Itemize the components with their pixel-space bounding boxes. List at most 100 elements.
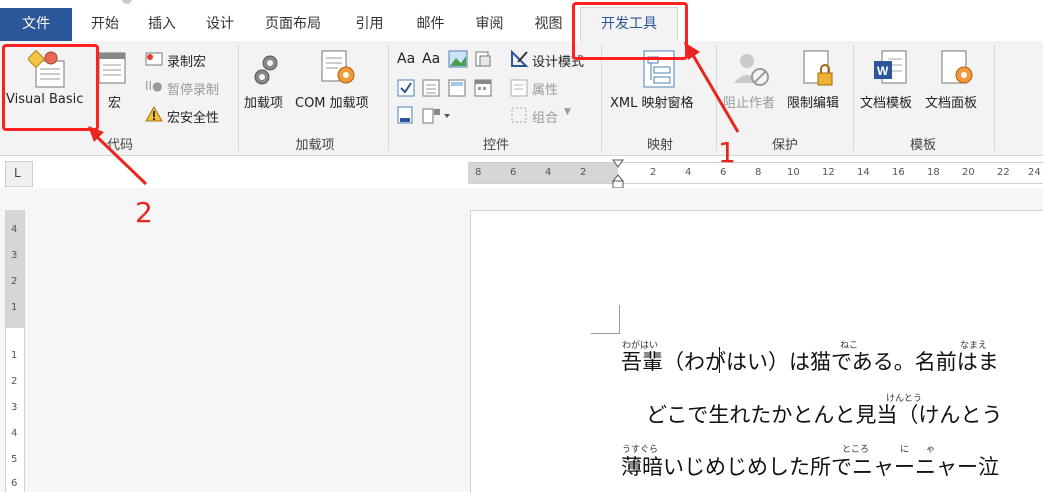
svg-text:W: W: [877, 64, 889, 78]
pause-icon: II●: [145, 79, 163, 93]
group-separator: [601, 45, 602, 151]
gear-icon: [254, 55, 278, 85]
tab-page-layout[interactable]: 页面布局: [253, 8, 333, 41]
ruler-row: L 8 6 4 2 2 4 6 8 10 12 14 16 18 20 22 2…: [0, 156, 1043, 189]
ruler-tick: 8: [475, 167, 482, 178]
dropdown-list-control-icon[interactable]: [448, 79, 466, 97]
ruler-tick: 3: [11, 402, 18, 413]
tab-design[interactable]: 设计: [195, 8, 245, 41]
record-macro-icon: [145, 52, 163, 66]
text-cursor: [719, 347, 720, 373]
repeating-section-control-icon[interactable]: [397, 106, 417, 126]
ruler-tick: 4: [11, 428, 18, 439]
ruler-tick: 10: [787, 167, 800, 178]
ruler-left-margin: [468, 163, 618, 183]
tab-mailings[interactable]: 邮件: [403, 8, 458, 41]
addins-label: 加载项: [244, 96, 284, 111]
arrow-1-icon: [684, 42, 740, 133]
indent-marker-icon[interactable]: [612, 159, 624, 189]
horizontal-ruler[interactable]: 8 6 4 2 2 4 6 8 10 12 14 16 18 20 22 24: [468, 159, 1043, 189]
chevron-down-icon: ▼: [564, 107, 571, 117]
combo-box-control-icon[interactable]: [422, 79, 440, 97]
tab-selector[interactable]: L: [5, 161, 33, 187]
ribbon-tab-row: 文件 开始 插入 设计 页面布局 引用 邮件 审阅 视图 开发工具: [0, 7, 1043, 42]
picture-control-icon[interactable]: [448, 50, 468, 68]
pause-recording-label: 暂停录制: [167, 83, 220, 98]
ruler-tick: 4: [11, 224, 18, 235]
ruler-tick: 8: [755, 167, 762, 178]
group-label-protect: 保护: [771, 138, 798, 153]
tab-insert[interactable]: 插入: [137, 8, 187, 41]
com-addins-label: COM 加载项: [295, 96, 369, 111]
group-separator: [994, 45, 995, 151]
ruler-tick: 18: [927, 167, 940, 178]
checkbox-control-icon[interactable]: [397, 79, 415, 97]
document-text-line: どこで生れたかとんと見当（けんとう: [646, 403, 1003, 427]
arrow-2-icon: [88, 126, 148, 186]
ribbon-panel: Visual Basic 宏 录制宏 II● 暂停录制 宏安全性 代码 加载项 …: [0, 41, 1043, 156]
macros-label: 宏: [108, 96, 122, 111]
group-label-controls: 控件: [482, 138, 509, 153]
macros-icon: [98, 52, 126, 84]
lock-icon: [803, 50, 833, 86]
ruler-tick: 1: [11, 350, 18, 361]
building-block-control-icon[interactable]: [474, 50, 492, 68]
ruler-tick: 2: [11, 276, 18, 287]
com-addins-icon: [321, 50, 355, 84]
tab-review[interactable]: 审阅: [462, 8, 517, 41]
design-mode-icon: [511, 50, 529, 67]
word-document-icon: W: [874, 50, 907, 84]
restrict-editing-label: 限制编辑: [787, 96, 840, 111]
document-template-label: 文档模板: [860, 96, 913, 111]
ruler-tick: 16: [892, 167, 905, 178]
rich-text-control-icon[interactable]: Aa: [397, 51, 415, 67]
vertical-ruler[interactable]: 4 3 2 1 1 2 3 4 5 6: [5, 210, 25, 492]
document-text-line: 薄暗いじめじめした所でニャーニャー泣: [621, 455, 999, 479]
tab-view[interactable]: 视图: [521, 8, 576, 41]
ruler-tick: 1: [11, 302, 18, 313]
ruler-tick: 5: [11, 454, 18, 465]
warning-icon: [145, 106, 163, 122]
quick-access-icon[interactable]: [122, 0, 132, 4]
ruler-tick: 12: [822, 167, 835, 178]
ruler-tick: 6: [11, 478, 18, 489]
group-label-templates: 模板: [909, 138, 936, 153]
properties-icon: [510, 79, 528, 97]
ruler-tick: 2: [580, 167, 587, 178]
date-picker-control-icon[interactable]: [474, 79, 492, 97]
highlight-developer-tab: [572, 2, 688, 60]
crop-mark: [591, 305, 620, 334]
document-text-line: 吾輩（わがはい）は猫である。名前はま: [621, 350, 999, 374]
group-label-text: 组合: [532, 111, 559, 126]
group-separator: [238, 45, 239, 151]
document-panel-label: 文档面板: [925, 96, 978, 111]
plain-text-control-icon[interactable]: Aa: [422, 51, 440, 67]
step-2-label: 2: [135, 196, 153, 229]
document-panel-icon: [941, 50, 973, 84]
ruler-tick: 20: [962, 167, 975, 178]
tab-home[interactable]: 开始: [80, 8, 130, 41]
document-workspace: 4 3 2 1 1 2 3 4 5 6 わがはい ねこ なまえ 吾輩（わがはい）…: [0, 188, 1043, 493]
macro-security-label: 宏安全性: [167, 111, 220, 126]
group-label-addins: 加载项: [295, 138, 335, 153]
group-separator: [388, 45, 389, 151]
legacy-tools-icon[interactable]: [422, 106, 452, 126]
ruler-tick: 4: [545, 167, 552, 178]
ruler-tick: 3: [11, 250, 18, 261]
ruler-tick: 2: [650, 167, 657, 178]
document-page[interactable]: わがはい ねこ なまえ 吾輩（わがはい）は猫である。名前はま けんとう どこで生…: [470, 210, 1043, 493]
tab-file[interactable]: 文件: [0, 8, 72, 41]
tab-selector-label: L: [14, 166, 21, 180]
ruler-tick: 4: [685, 167, 692, 178]
ruler-tick: 24: [1028, 167, 1041, 178]
title-bar: [0, 0, 1043, 8]
ruler-tick: 2: [11, 376, 18, 387]
ruler-tick: 14: [857, 167, 870, 178]
record-macro-label: 录制宏: [167, 55, 207, 70]
ruler-tick: 6: [510, 167, 517, 178]
group-separator: [853, 45, 854, 151]
tab-references[interactable]: 引用: [342, 8, 397, 41]
step-1-label: 1: [718, 136, 736, 169]
highlight-visual-basic: [2, 44, 99, 131]
group-icon: [511, 107, 527, 123]
